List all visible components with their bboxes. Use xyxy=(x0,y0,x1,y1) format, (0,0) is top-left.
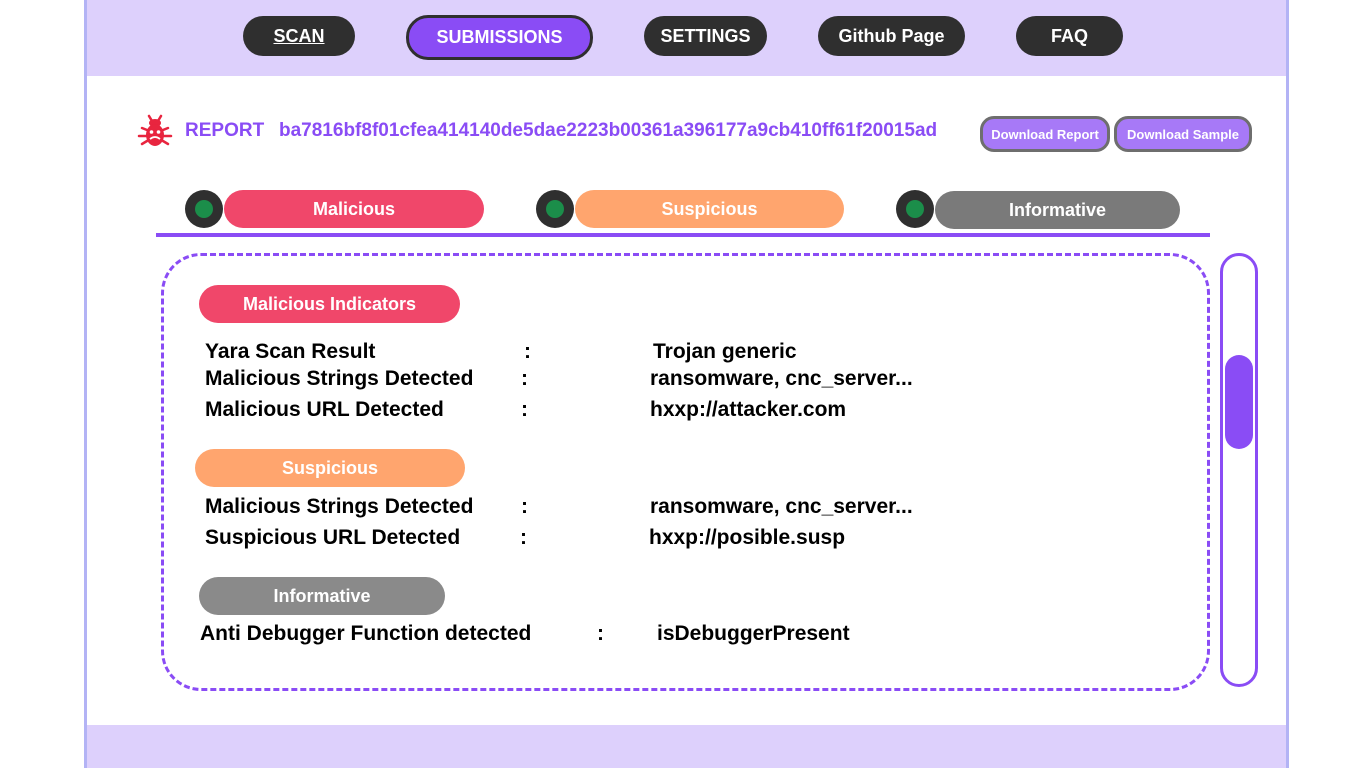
row-key: Malicious Strings Detected xyxy=(205,495,474,518)
scrollbar-track[interactable] xyxy=(1220,253,1258,687)
report-title: REPORT xyxy=(185,120,265,141)
download-report-button[interactable]: Download Report xyxy=(980,116,1110,152)
nav-submissions-button[interactable]: SUBMISSIONS xyxy=(406,15,593,60)
bug-icon xyxy=(136,112,174,150)
row-key: Malicious Strings Detected xyxy=(205,367,474,390)
row-key: Yara Scan Result xyxy=(205,340,376,363)
row-key: Anti Debugger Function detected xyxy=(200,622,532,645)
footer-bar xyxy=(87,725,1286,768)
row-separator: : xyxy=(520,526,527,549)
informative-status-dot-icon xyxy=(896,190,934,228)
row-separator: : xyxy=(597,622,604,645)
nav-github-button[interactable]: Github Page xyxy=(818,16,965,56)
informative-header: Informative xyxy=(199,577,445,615)
tab-suspicious[interactable]: Suspicious xyxy=(575,190,844,228)
nav-settings-button[interactable]: SETTINGS xyxy=(644,16,767,56)
malicious-status-dot-icon xyxy=(185,190,223,228)
row-value: isDebuggerPresent xyxy=(657,622,850,645)
tab-informative[interactable]: Informative xyxy=(935,191,1180,229)
row-separator: : xyxy=(521,367,528,390)
malicious-indicators-header: Malicious Indicators xyxy=(199,285,460,323)
report-hash: ba7816bf8f01cfea414140de5dae2223b00361a3… xyxy=(279,120,938,141)
row-value: ransomware, cnc_server... xyxy=(650,495,913,518)
tab-malicious[interactable]: Malicious xyxy=(224,190,484,228)
row-value: Trojan generic xyxy=(653,340,797,363)
nav-faq-button[interactable]: FAQ xyxy=(1016,16,1123,56)
download-sample-button[interactable]: Download Sample xyxy=(1114,116,1252,152)
row-key: Suspicious URL Detected xyxy=(205,526,461,549)
row-value: ransomware, cnc_server... xyxy=(650,367,913,390)
suspicious-status-dot-icon xyxy=(536,190,574,228)
tab-underline xyxy=(156,233,1210,237)
row-value: hxxp://posible.susp xyxy=(649,526,846,549)
scrollbar-thumb[interactable] xyxy=(1225,355,1253,449)
nav-scan-button[interactable]: SCAN xyxy=(243,16,355,56)
row-separator: : xyxy=(524,340,531,363)
row-separator: : xyxy=(521,398,528,421)
row-value: hxxp://attacker.com xyxy=(650,398,847,421)
suspicious-header: Suspicious xyxy=(195,449,465,487)
row-key: Malicious URL Detected xyxy=(205,398,444,421)
row-separator: : xyxy=(521,495,528,518)
